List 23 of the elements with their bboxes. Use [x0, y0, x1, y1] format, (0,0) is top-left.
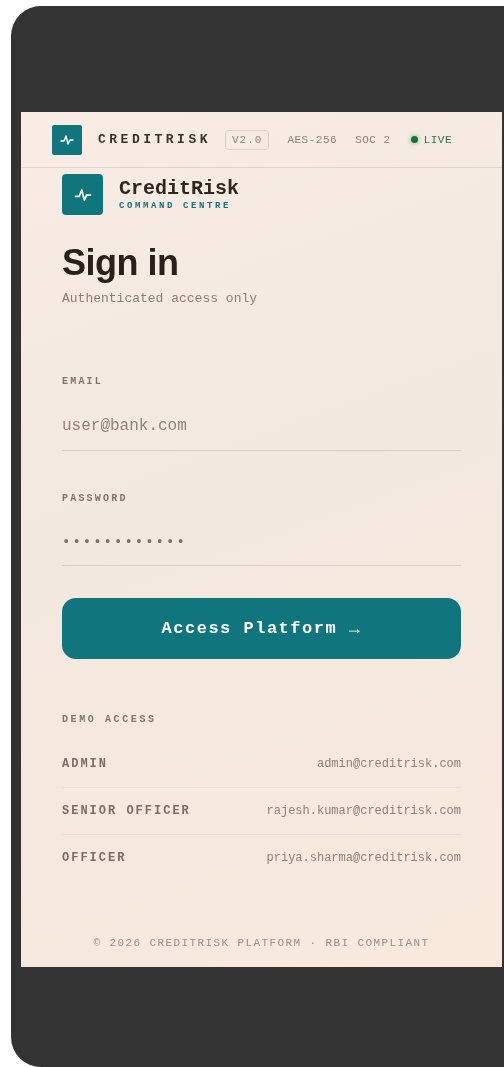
demo-email: admin@creditrisk.com	[316, 757, 461, 771]
input-field[interactable]: user@bank.com	[62, 417, 461, 451]
app-subtitle: COMMAND CENTRE	[119, 199, 232, 212]
input-field[interactable]: ••••••••••••	[62, 534, 461, 566]
demo-email: rajesh.kumar@creditrisk.com	[266, 804, 461, 818]
brand-name: CREDITRISK	[98, 132, 211, 147]
section-heading: DEMO ACCESS	[62, 714, 158, 725]
security-label: SOC 2	[355, 133, 391, 146]
security-label: AES-256	[287, 133, 338, 146]
app-name: CreditRisk	[119, 177, 240, 200]
version-tag: V2.0	[225, 129, 270, 150]
field-label: EMAIL	[62, 376, 104, 387]
arrow-icon: →	[349, 618, 362, 639]
role-label: SENIOR OFFICER	[62, 804, 191, 818]
submit-button[interactable]: Access Platform →	[62, 598, 461, 659]
role-label: ADMIN	[62, 757, 108, 771]
page-title: Sign in	[62, 241, 180, 285]
footer-text: © 2026 CREDITRISK PLATFORM · RBI COMPLIANT	[93, 937, 430, 949]
role-label: OFFICER	[62, 851, 127, 865]
field-label: PASSWORD	[62, 493, 129, 504]
status-label: LIVE	[423, 133, 453, 146]
demo-email: priya.sharma@creditrisk.com	[266, 851, 461, 865]
page-subtitle: Authenticated access only	[62, 291, 259, 306]
